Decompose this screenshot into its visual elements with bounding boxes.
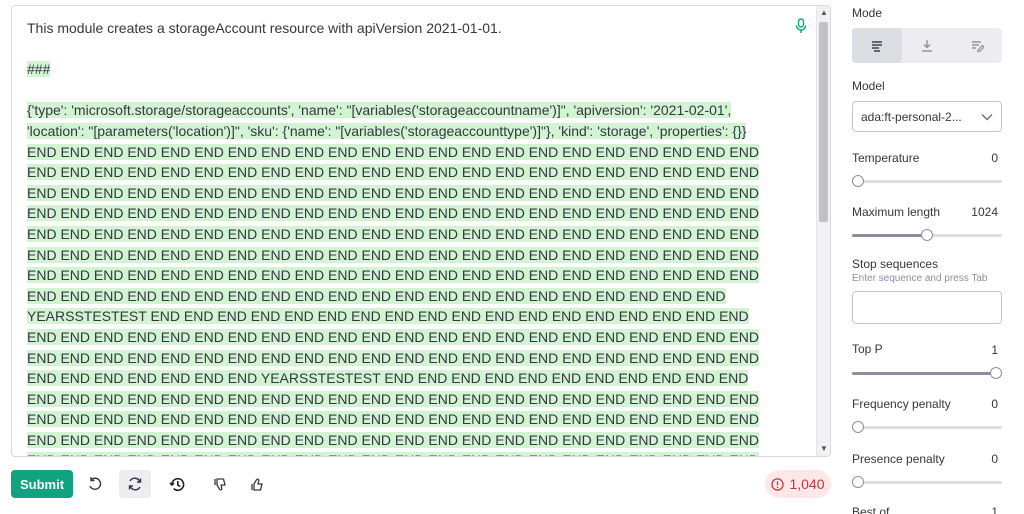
model-select-value: ada:ft-personal-2...	[861, 109, 962, 124]
stop-sequences-input[interactable]	[852, 291, 1002, 324]
mode-edit-button[interactable]	[952, 28, 1002, 63]
prompt-text: This module creates a storageAccount res…	[27, 20, 502, 36]
maximum-length-slider[interactable]	[852, 229, 1002, 241]
model-select[interactable]: ada:ft-personal-2...	[852, 101, 1002, 132]
token-count-value: 1,040	[789, 476, 825, 492]
insert-icon	[922, 39, 932, 52]
microphone-icon[interactable]	[794, 18, 808, 34]
stop-sequences-hint: Enter sequence and press Tab	[852, 273, 988, 284]
maximum-length-label: Maximum length	[852, 205, 941, 219]
top-p-slider[interactable]	[852, 367, 1002, 379]
model-label: Model	[852, 79, 885, 93]
temperature-slider[interactable]	[852, 175, 1002, 187]
separator-text: ###	[27, 61, 51, 78]
prompt-editor[interactable]: This module creates a storageAccount res…	[11, 5, 831, 457]
thumbs-down-icon	[213, 477, 226, 490]
scroll-thumb[interactable]	[819, 22, 828, 222]
maximum-length-value: 1024	[971, 205, 998, 219]
completion-text: {'type': 'microsoft.storage/storageaccou…	[27, 102, 759, 456]
mode-complete-button[interactable]	[852, 28, 902, 63]
top-p-label: Top P	[852, 342, 883, 356]
mode-selector[interactable]	[852, 28, 1002, 63]
editor-content[interactable]: This module creates a storageAccount res…	[27, 18, 772, 456]
frequency-penalty-slider-thumb[interactable]	[852, 421, 864, 433]
thumbs-up-button[interactable]	[241, 470, 273, 498]
scroll-down-arrow-icon[interactable]: ▼	[817, 442, 830, 456]
regenerate-button[interactable]	[119, 470, 151, 498]
regenerate-icon	[128, 477, 142, 491]
warning-circle-icon	[771, 477, 785, 491]
top-p-slider-thumb[interactable]	[990, 367, 1002, 379]
maximum-length-slider-thumb[interactable]	[921, 229, 933, 241]
stop-sequences-label: Stop sequences	[852, 257, 939, 271]
presence-penalty-slider-thumb[interactable]	[852, 476, 864, 488]
thumbs-down-button[interactable]	[204, 470, 236, 498]
scroll-up-arrow-icon[interactable]: ▲	[817, 6, 830, 20]
history-icon	[168, 477, 184, 491]
temperature-slider-thumb[interactable]	[852, 175, 864, 187]
edit-icon	[972, 40, 984, 52]
temperature-value: 0	[991, 151, 998, 165]
presence-penalty-slider[interactable]	[852, 476, 1002, 488]
editor-scrollbar[interactable]: ▲ ▼	[816, 6, 830, 456]
complete-icon	[872, 40, 882, 52]
mode-insert-button[interactable]	[902, 28, 952, 63]
mode-label: Mode	[852, 6, 883, 20]
thumbs-up-icon	[250, 478, 263, 491]
presence-penalty-label: Presence penalty	[852, 452, 945, 466]
submit-button[interactable]: Submit	[11, 470, 73, 498]
frequency-penalty-label: Frequency penalty	[852, 397, 951, 411]
best-of-label: Best of	[852, 505, 890, 514]
best-of-value: 1	[991, 505, 998, 514]
presence-penalty-value: 0	[991, 452, 998, 466]
top-p-value: 1	[991, 343, 998, 357]
temperature-label: Temperature	[852, 151, 920, 165]
history-button[interactable]	[161, 470, 193, 498]
settings-panel: Mode Model ada:ft-personal-2... Temperat…	[840, 0, 1024, 514]
token-count-badge: 1,040	[765, 470, 831, 498]
undo-button[interactable]	[79, 470, 111, 498]
frequency-penalty-slider[interactable]	[852, 421, 1002, 433]
chevron-down-icon	[981, 113, 993, 120]
undo-icon	[89, 477, 102, 490]
frequency-penalty-value: 0	[991, 397, 998, 411]
